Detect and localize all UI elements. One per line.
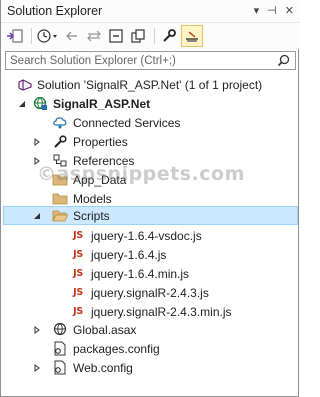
search-icon	[277, 54, 289, 67]
sync-button[interactable]	[84, 25, 104, 47]
open-folder-icon	[52, 208, 68, 224]
window-options-icon[interactable]: ▾	[254, 4, 260, 18]
arrow-left-icon	[66, 31, 77, 41]
global-asax-icon	[52, 322, 68, 338]
javascript-file-icon: JS	[73, 249, 83, 260]
tree-item-web-config[interactable]: Web.config	[1, 358, 300, 377]
wrench-icon	[52, 134, 68, 150]
tree-item-label: jquery.signalR-2.4.3.min.js	[91, 304, 232, 319]
preview-icon	[186, 31, 198, 42]
tree-item-label: packages.config	[73, 341, 160, 356]
tree-item-label: Global.asax	[73, 322, 137, 337]
tree-item-label: Models	[73, 191, 112, 206]
solution-icon	[17, 77, 33, 93]
switch-views-icon	[7, 29, 23, 43]
title-bar: Solution Explorer ▾ ⊣ ✕	[1, 0, 300, 23]
search-button[interactable]	[275, 53, 291, 68]
folder-icon	[52, 191, 68, 207]
tree-item-packages-config[interactable]: packages.config	[1, 339, 300, 358]
tree-item-label: SignalR_ASP.Net	[53, 96, 151, 111]
search-box	[5, 51, 296, 70]
back-button[interactable]	[62, 25, 82, 47]
search-input[interactable]	[10, 53, 265, 68]
window-title: Solution Explorer	[7, 4, 103, 18]
collapse-all-icon	[109, 29, 123, 43]
tree-item-file[interactable]: JS jquery-1.6.4.js	[1, 245, 300, 264]
selection-highlight	[3, 206, 298, 225]
connected-services-icon	[52, 115, 68, 131]
collapse-all-button[interactable]	[106, 25, 126, 47]
tree-item-label: Web.config	[73, 360, 133, 375]
tree-item-file[interactable]: JS jquery.signalR-2.4.3.min.js	[1, 302, 300, 321]
expanded-arrow-icon[interactable]	[32, 211, 42, 221]
tree-item-project[interactable]: SignalR_ASP.Net	[1, 94, 300, 113]
config-file-icon	[52, 360, 68, 376]
pin-icon[interactable]: ⊣	[267, 4, 277, 18]
watermark: ©aspsnippets.com	[37, 163, 245, 185]
javascript-file-icon: JS	[73, 287, 83, 298]
javascript-file-icon: JS	[73, 306, 83, 317]
tree-item-label: jquery.signalR-2.4.3.js	[91, 285, 209, 300]
tree-item-file[interactable]: JS jquery-1.6.4-vsdoc.js	[1, 226, 300, 245]
close-icon[interactable]: ✕	[285, 4, 294, 18]
collapsed-arrow-icon[interactable]	[32, 137, 42, 147]
expanded-arrow-icon[interactable]	[17, 99, 27, 109]
solution-explorer-window: Solution Explorer ▾ ⊣ ✕ Search Solution …	[0, 0, 300, 397]
preview-selected-items-button[interactable]	[181, 25, 203, 47]
config-file-icon	[52, 341, 68, 357]
tree-item-connected-services[interactable]: Connected Services	[1, 113, 300, 132]
tree-item-solution[interactable]: Solution 'SignalR_ASP.Net' (1 of 1 proje…	[1, 75, 300, 94]
javascript-file-icon: JS	[73, 268, 83, 279]
toolbar	[1, 23, 300, 49]
wrench-icon	[163, 29, 176, 42]
javascript-file-icon: JS	[73, 230, 83, 241]
sync-icon	[87, 30, 101, 42]
pending-changes-filter-button[interactable]	[36, 25, 60, 47]
show-all-files-button[interactable]	[128, 25, 148, 47]
clock-icon	[37, 29, 57, 43]
tree-item-scripts[interactable]: Scripts	[1, 206, 300, 225]
tree-item-label: Solution 'SignalR_ASP.Net' (1 of 1 proje…	[37, 77, 263, 92]
collapsed-arrow-icon[interactable]	[32, 325, 42, 335]
tree-item-global-asax[interactable]: Global.asax	[1, 320, 300, 339]
tree-item-label: jquery-1.6.4.js	[91, 247, 167, 262]
tree-item-properties[interactable]: Properties	[1, 132, 300, 151]
properties-button[interactable]	[159, 25, 179, 47]
tree-item-label: Connected Services	[73, 115, 181, 130]
tree-item-label: Scripts	[73, 208, 110, 223]
web-project-icon	[32, 96, 48, 112]
show-all-files-icon	[131, 29, 145, 43]
tree-item-label: jquery-1.6.4.min.js	[91, 266, 190, 281]
tree-item-label: jquery-1.6.4-vsdoc.js	[91, 228, 202, 243]
tree-item-file[interactable]: JS jquery-1.6.4.min.js	[1, 264, 300, 283]
tree-item-label: Properties	[73, 134, 128, 149]
switch-views-button[interactable]	[5, 25, 25, 47]
tree-item-file[interactable]: JS jquery.signalR-2.4.3.js	[1, 283, 300, 302]
collapsed-arrow-icon[interactable]	[32, 363, 42, 373]
